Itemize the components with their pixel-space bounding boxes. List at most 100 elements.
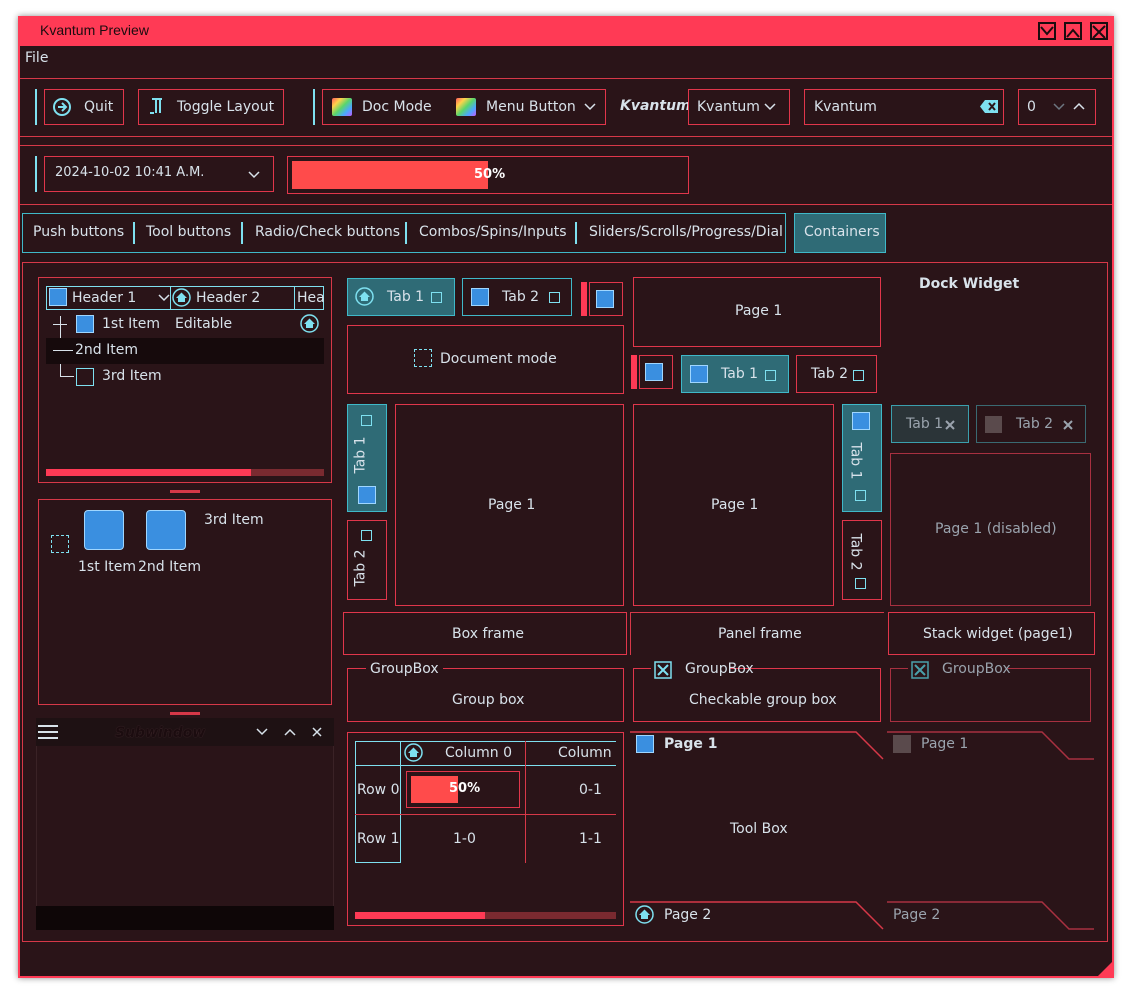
tab-scroll-indicator <box>631 355 637 389</box>
box-frame-label: Box frame <box>452 626 524 642</box>
spin-value: 0 <box>1027 99 1036 115</box>
tab-combos[interactable]: Combos/Spins/Inputs <box>419 224 567 240</box>
table-row-1-header[interactable]: Row 1 <box>357 831 399 847</box>
dock-tab-page-label: Page 1 (disabled) <box>935 521 1057 537</box>
expand-icon <box>358 486 376 504</box>
tab-separator <box>133 222 135 244</box>
spin-up-icon[interactable] <box>1073 102 1085 110</box>
empty-item-icon <box>51 535 69 553</box>
tab-sliders[interactable]: Sliders/Scrolls/Progress/Dial <box>589 224 783 240</box>
toolbox-page-1[interactable]: Page 1 <box>664 736 717 752</box>
table-vheader-line <box>400 741 401 863</box>
tree-header-3[interactable]: Hea <box>297 290 324 306</box>
close-tab-icon[interactable] <box>361 415 372 426</box>
chevron-down-icon[interactable] <box>256 728 268 736</box>
menu-button[interactable]: Menu Button <box>486 99 576 115</box>
toolbar-handle[interactable] <box>35 89 37 125</box>
panel-frame-label: Panel frame <box>718 626 802 642</box>
tree-header-2[interactable]: Header 2 <box>196 290 260 306</box>
table-scrollbar[interactable] <box>355 912 616 919</box>
header-divider <box>170 286 171 310</box>
tree-item-1[interactable]: 1st Item <box>102 316 160 332</box>
east-tab-page-label: Page 1 <box>711 497 759 513</box>
tab-push-buttons[interactable]: Push buttons <box>33 224 124 240</box>
expand-icon <box>76 315 94 333</box>
datetime-value: 2024-10-02 10:41 A.M. <box>55 165 205 180</box>
table-cell-1-0[interactable]: 1-0 <box>453 831 476 847</box>
tree-item-3[interactable]: 3rd Item <box>102 368 162 384</box>
tree-item-2[interactable]: 2nd Item <box>75 342 138 358</box>
table-cell-0-1[interactable]: 0-1 <box>579 782 602 798</box>
maximize-icon <box>1066 28 1080 38</box>
group-box-1-body: Group box <box>452 692 525 708</box>
close-tab-icon[interactable] <box>855 578 866 589</box>
line-edit-value: Kvantum <box>814 99 877 115</box>
toolbox-page-2[interactable]: Page 2 <box>664 907 711 923</box>
close-icon[interactable] <box>312 727 322 737</box>
icon-item-2[interactable]: 2nd Item <box>138 559 201 575</box>
table-cell-1-1[interactable]: 1-1 <box>579 831 602 847</box>
menu-icon[interactable] <box>38 724 58 740</box>
splitter-handle[interactable] <box>170 712 200 715</box>
tree-branch <box>53 350 73 351</box>
minimize-button[interactable] <box>1038 22 1056 40</box>
scrollbar-handle[interactable] <box>46 469 251 476</box>
chevron-down-icon <box>248 171 260 179</box>
icon-item-3[interactable]: 3rd Item <box>204 512 264 528</box>
doc-tab-2-label: Tab 2 <box>502 289 540 305</box>
toolbar-handle-3[interactable] <box>35 156 37 192</box>
close-tab-icon[interactable] <box>765 370 776 381</box>
stack-widget-label: Stack widget (page1) <box>923 626 1073 642</box>
spin-down-icon[interactable] <box>1053 103 1065 111</box>
close-tab-icon[interactable] <box>361 530 372 541</box>
toolbox2-page-2: Page 2 <box>893 907 941 923</box>
close-tab-icon[interactable] <box>855 490 866 501</box>
expand-icon <box>893 735 911 753</box>
home-icon <box>172 288 191 307</box>
subwindow <box>36 718 334 930</box>
menu-file[interactable]: File <box>25 50 48 66</box>
subwindow-statusbar <box>36 906 334 930</box>
close-button[interactable] <box>1090 22 1108 40</box>
close-tab-icon[interactable] <box>853 370 864 381</box>
table-row-0-header[interactable]: Row 0 <box>357 782 399 798</box>
tab-separator <box>241 222 243 244</box>
tree-item-1-col2[interactable]: Editable <box>175 316 232 332</box>
icon-item-1[interactable]: 1st Item <box>78 559 136 575</box>
clear-icon[interactable] <box>980 100 998 113</box>
toolbar-bottom-line <box>20 136 1112 137</box>
kvantum-label: Kvantum <box>620 98 691 114</box>
table-col-1[interactable]: Column 1 <box>558 745 616 761</box>
expand-icon <box>852 412 870 430</box>
west-tab-2-label: Tab 2 <box>352 549 369 587</box>
tree-header-1[interactable]: Header 1 <box>72 290 136 306</box>
tab-separator <box>405 222 407 244</box>
table-cell-0-0: 50% <box>449 781 481 796</box>
doc-tab-1-label: Tab 1 <box>387 289 425 305</box>
maximize-button[interactable] <box>1064 22 1082 40</box>
close-tab-icon[interactable] <box>431 292 442 303</box>
tree-scrollbar[interactable] <box>46 469 324 476</box>
table-header-line <box>355 765 616 766</box>
scrollbar-handle[interactable] <box>355 912 485 919</box>
tab-radio-check[interactable]: Radio/Check buttons <box>255 224 400 240</box>
tab-separator <box>575 222 577 244</box>
kvantum-icon <box>332 98 352 116</box>
expand-icon <box>49 288 67 306</box>
close-tab-icon[interactable] <box>549 292 560 303</box>
tab-tool-buttons[interactable]: Tool buttons <box>146 224 231 240</box>
checkbox-checked-icon[interactable] <box>654 661 672 679</box>
quit-icon <box>53 98 71 116</box>
doc-mode-button[interactable]: Doc Mode <box>362 99 432 115</box>
toolbar-top-line <box>20 78 1112 79</box>
tree-branch <box>60 376 74 377</box>
table-col-0[interactable]: Column 0 <box>445 745 512 761</box>
dock-title[interactable]: Dock Widget <box>919 276 1019 292</box>
size-grip-icon[interactable] <box>1098 962 1112 976</box>
chevron-up-icon[interactable] <box>284 728 296 736</box>
expand-icon <box>645 363 663 381</box>
title-bar[interactable] <box>20 18 1112 46</box>
toolbox-body: Tool Box <box>730 821 788 837</box>
toolbar-handle-2[interactable] <box>313 89 315 125</box>
splitter-handle[interactable] <box>170 490 200 493</box>
